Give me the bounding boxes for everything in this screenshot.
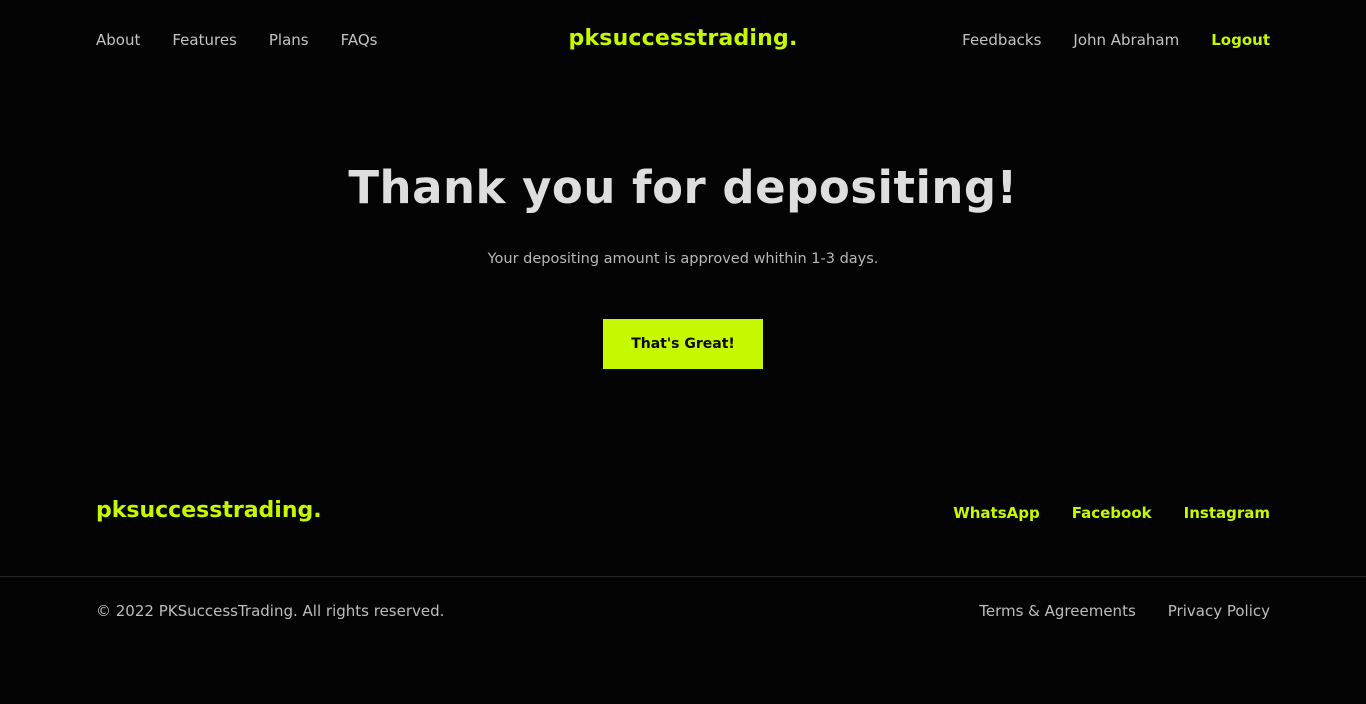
nav-link-feedbacks[interactable]: Feedbacks xyxy=(962,31,1041,49)
copyright-text: © 2022 PKSuccessTrading. All rights rese… xyxy=(96,602,445,620)
social-links: WhatsApp Facebook Instagram xyxy=(953,504,1270,522)
facebook-link[interactable]: Facebook xyxy=(1072,504,1152,522)
site-header: About Features Plans FAQs pksuccesstradi… xyxy=(0,0,1366,80)
privacy-policy-link[interactable]: Privacy Policy xyxy=(1168,602,1270,620)
footer-brand-logo[interactable]: pksuccesstrading. xyxy=(96,497,322,525)
user-name-link[interactable]: John Abraham xyxy=(1073,31,1179,49)
terms-link[interactable]: Terms & Agreements xyxy=(979,602,1136,620)
thats-great-button[interactable]: That's Great! xyxy=(603,319,763,369)
logout-link[interactable]: Logout xyxy=(1211,31,1270,49)
legal-links: Terms & Agreements Privacy Policy xyxy=(979,602,1270,620)
page-title: Thank you for depositing! xyxy=(348,161,1018,214)
whatsapp-link[interactable]: WhatsApp xyxy=(953,504,1040,522)
footer-divider xyxy=(0,576,1366,577)
user-nav: Feedbacks John Abraham Logout xyxy=(962,31,1270,49)
instagram-link[interactable]: Instagram xyxy=(1184,504,1270,522)
page: About Features Plans FAQs pksuccesstradi… xyxy=(0,0,1366,704)
page-subtitle: Your depositing amount is approved whith… xyxy=(487,251,879,267)
